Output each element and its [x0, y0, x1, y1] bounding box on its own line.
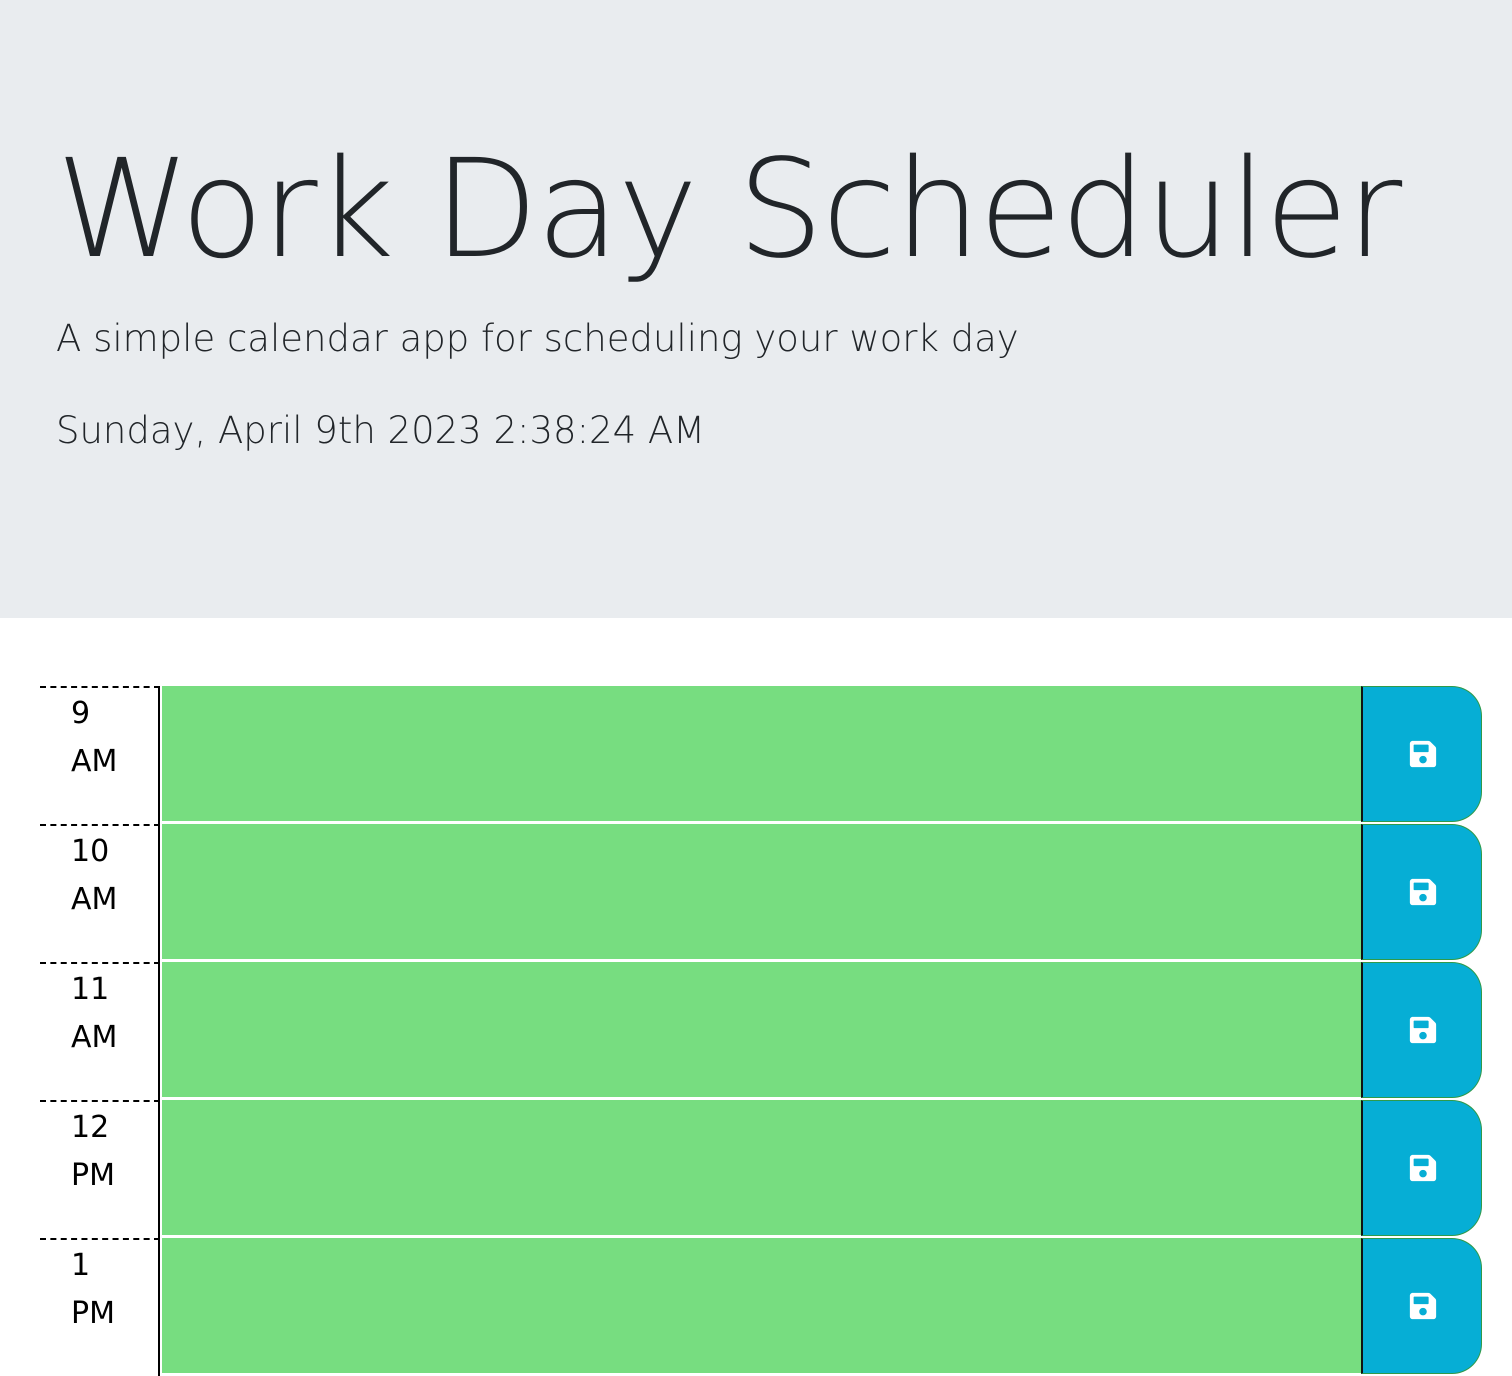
floppy-disk-icon	[1409, 1154, 1437, 1182]
hour-number: 1	[71, 1248, 91, 1283]
jumbotron-header: Work Day Scheduler A simple calendar app…	[0, 0, 1512, 618]
hour-number: 9	[71, 696, 91, 731]
save-button[interactable]	[1361, 824, 1482, 960]
hour-period: AM	[71, 744, 118, 779]
time-block: 1 PM	[40, 1238, 1482, 1376]
hour-label: 12 PM	[40, 1100, 160, 1238]
current-day: Sunday, April 9th 2023 2:38:24 AM	[56, 409, 706, 452]
save-button[interactable]	[1361, 962, 1482, 1098]
hour-label: 11 AM	[40, 962, 160, 1100]
floppy-disk-icon	[1409, 1016, 1437, 1044]
hour-period: AM	[71, 1020, 118, 1055]
hour-label: 10 AM	[40, 824, 160, 962]
event-description-input[interactable]	[162, 824, 1362, 960]
event-description-input[interactable]	[162, 1100, 1362, 1236]
floppy-disk-icon	[1409, 878, 1437, 906]
hour-label: 1 PM	[40, 1238, 160, 1376]
time-block: 9 AM	[40, 686, 1482, 824]
time-block: 10 AM	[40, 824, 1482, 962]
page-subtitle: A simple calendar app for scheduling you…	[56, 317, 1019, 360]
event-description-input[interactable]	[162, 962, 1362, 1098]
hour-number: 10	[71, 834, 110, 869]
event-description-input[interactable]	[162, 1238, 1362, 1374]
floppy-disk-icon	[1409, 1292, 1437, 1320]
save-button[interactable]	[1361, 686, 1482, 822]
save-button[interactable]	[1361, 1238, 1482, 1374]
time-block: 12 PM	[40, 1100, 1482, 1238]
page-title: Work Day Scheduler	[56, 131, 1402, 289]
hour-period: PM	[71, 1158, 115, 1193]
hour-label: 9 AM	[40, 686, 160, 824]
time-block: 11 AM	[40, 962, 1482, 1100]
hour-period: AM	[71, 882, 118, 917]
floppy-disk-icon	[1409, 740, 1437, 768]
save-button[interactable]	[1361, 1100, 1482, 1236]
hour-period: PM	[71, 1296, 115, 1331]
hour-number: 12	[71, 1110, 110, 1145]
event-description-input[interactable]	[162, 686, 1362, 822]
hour-number: 11	[71, 972, 110, 1007]
